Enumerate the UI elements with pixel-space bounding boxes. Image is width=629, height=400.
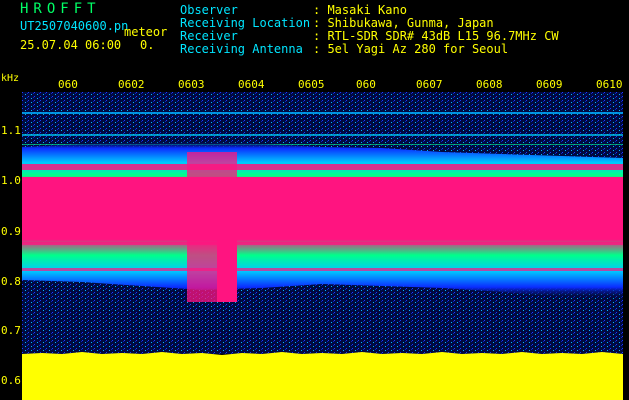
x-tick-label: 060 <box>356 78 376 91</box>
antenna-label: Receiving Antenna <box>180 42 303 56</box>
app-logo: HROFFT <box>20 1 101 17</box>
file-name: UT2507040600.pn <box>20 19 129 33</box>
observation-datetime: 25.07.04 06:00 <box>20 38 122 52</box>
antenna-value: : 5el Yagi Az 280 for Seoul <box>313 42 509 56</box>
mode-tag: meteor <box>124 25 168 39</box>
receiver-value: : RTL-SDR SDR# 43dB L15 96.7MHz CW <box>313 29 559 43</box>
location-label: Receiving Location <box>180 16 311 30</box>
x-tick-label: 0604 <box>238 78 265 91</box>
hrofft-window: HROFFT UT2507040600.pn meteor 25.07.04 0… <box>0 0 629 400</box>
y-axis-unit: kHz <box>1 73 20 84</box>
x-tick-label: 060 <box>58 78 78 91</box>
x-tick-label: 0608 <box>476 78 503 91</box>
observer-label: Observer <box>180 3 238 17</box>
x-tick-label: 0609 <box>536 78 563 91</box>
y-tick-label: 0.8 <box>1 275 21 288</box>
spectrogram-image <box>22 92 623 400</box>
y-tick-label: 0.9 <box>1 225 21 238</box>
receiver-label: Receiver <box>180 29 238 43</box>
carrier-band <box>22 140 623 302</box>
x-tick-label: 0605 <box>298 78 325 91</box>
meteor-count: 0. <box>140 38 155 52</box>
x-tick-label: 0607 <box>416 78 443 91</box>
observer-value: : Masaki Kano <box>313 3 407 17</box>
y-tick-label: 1.0 <box>1 174 21 187</box>
y-tick-label: 0.6 <box>1 374 21 387</box>
x-tick-label: 0610 <box>596 78 623 91</box>
y-tick-label: 0.7 <box>1 324 21 337</box>
x-tick-label: 0603 <box>178 78 205 91</box>
spectrogram-plot <box>22 92 623 400</box>
location-value: : Shibukawa, Gunma, Japan <box>313 16 494 30</box>
y-tick-label: 1.1 <box>1 124 21 137</box>
floor-noise-band <box>22 352 623 400</box>
x-tick-label: 0602 <box>118 78 145 91</box>
